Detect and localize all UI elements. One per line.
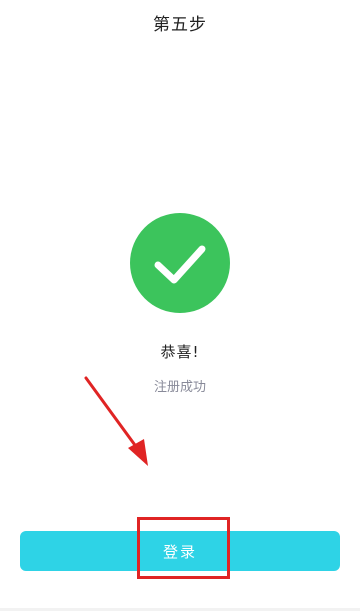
check-icon [154, 245, 206, 284]
congrats-heading: 恭喜! [160, 343, 200, 361]
login-button[interactable]: 登录 [20, 531, 340, 571]
success-badge [130, 213, 230, 313]
success-message: 注册成功 [153, 380, 206, 395]
registration-complete-screen: 第五步 恭喜! 注册成功 登录 [0, 0, 360, 611]
page-title: 第五步 [153, 15, 207, 35]
